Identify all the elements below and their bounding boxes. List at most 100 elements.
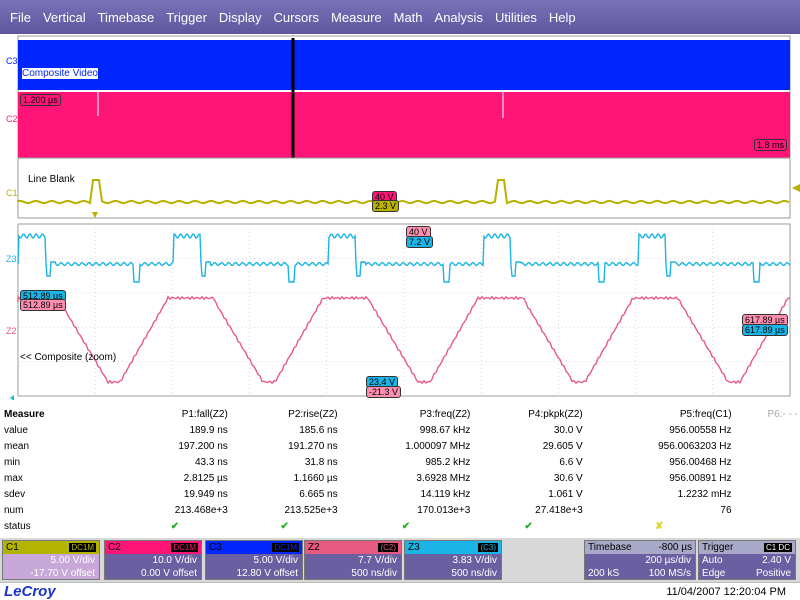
volts-per-div: 5.00 V/div <box>50 555 95 566</box>
menu-vertical[interactable]: Vertical <box>37 10 92 25</box>
measure-column-header[interactable]: P1:fall(Z2) <box>120 406 230 422</box>
menu-trigger[interactable]: Trigger <box>160 10 213 25</box>
measure-cell: 185.6 ns <box>299 424 338 436</box>
channel-box-c1[interactable]: C1 DC1M 5.00 V/div -17.70 V offset <box>2 540 100 580</box>
measure-cell: 3.6928 MHz <box>416 472 471 484</box>
z3-right-tag[interactable]: 617.89 µs <box>742 324 788 336</box>
measure-cell <box>734 486 800 502</box>
measure-cell: 76 <box>720 504 732 516</box>
c2-trace <box>18 92 790 158</box>
measure-row: value 189.9 ns 185.6 ns 998.67 kHz 30.0 V 956… <box>0 422 800 438</box>
measure-cell: 956.0063203 Hz <box>658 440 732 452</box>
status-ok-icon: ✔ <box>401 520 411 532</box>
offset-value: -17.70 V offset <box>30 568 95 579</box>
trigger-level: 2.40 V <box>762 555 791 566</box>
measure-row-label: status <box>4 520 31 532</box>
measure-row: status ✔ ✔ ✔ ✔ ✘ <box>0 518 800 534</box>
offset-value: 500 ns/div <box>351 568 397 579</box>
measure-cell: 213.468e+3 <box>174 504 228 516</box>
waveform-display[interactable]: C3 C2 C1 Z3 Z2 Composite Video 1.200 µs … <box>0 34 800 401</box>
status-ok-icon: ✔ <box>170 520 180 532</box>
trigger-box[interactable]: Trigger C1 DC Auto 2.40 V Edge Positive <box>698 540 796 580</box>
measure-row-label: max <box>4 472 23 484</box>
z2-label: Z2 <box>6 326 17 336</box>
measure-cell: 31.8 ns <box>304 456 338 468</box>
menu-help[interactable]: Help <box>543 10 582 25</box>
menu-cursors[interactable]: Cursors <box>268 10 326 25</box>
coupling-badge: DC1M <box>171 543 198 552</box>
measure-cell: 1.1660 µs <box>293 472 338 484</box>
measure-cell: 956.00891 Hz <box>669 472 732 484</box>
channel-name: C1 <box>6 542 19 553</box>
menu-utilities[interactable]: Utilities <box>489 10 543 25</box>
menu-analysis[interactable]: Analysis <box>429 10 489 25</box>
z3-top-tag[interactable]: 7.2 V <box>406 236 434 248</box>
menu-timebase[interactable]: Timebase <box>92 10 161 25</box>
measure-row-label: num <box>4 504 24 516</box>
measure-row: max 2.8125 µs 1.1660 µs 3.6928 MHz 30.6 V 956… <box>0 470 800 486</box>
volts-per-div: 5.00 V/div <box>253 555 298 566</box>
measure-cell <box>734 470 800 486</box>
channel-box-c3[interactable]: C3 DC1M 5.00 V/div 12.80 V offset <box>205 540 303 580</box>
timebase-box[interactable]: Timebase -800 µs 200 µs/div 200 kS 100 MS/s <box>584 540 696 580</box>
measure-cell: 170.013e+3 <box>417 504 471 516</box>
z2-bottom-tag2[interactable]: -21.3 V <box>366 386 402 398</box>
measure-column-header[interactable]: P6:- - - <box>734 406 800 422</box>
channel-name: C2 <box>108 542 121 553</box>
measure-row-label: sdev <box>4 488 26 500</box>
menu-measure[interactable]: Measure <box>325 10 388 25</box>
channel-box-z2[interactable]: Z2 (C2) 7.7 V/div 500 ns/div <box>304 540 402 580</box>
measure-cell: 1.061 V <box>548 488 583 500</box>
measure-cell: 14.119 kHz <box>420 488 471 500</box>
measure-row: mean 197.200 ns 191.270 ns 1.000097 MHz 29.6… <box>0 438 800 454</box>
measure-cell: 189.9 ns <box>189 424 228 436</box>
measure-row-label: mean <box>4 440 30 452</box>
trigger-source-badge: C1 DC <box>763 543 792 552</box>
c3-label: C3 <box>6 56 18 66</box>
channel-name: Z3 <box>408 542 420 553</box>
measure-cell: 191.270 ns <box>288 440 338 452</box>
channel-box-c2[interactable]: C2 DC1M 10.0 V/div 0.00 V offset <box>104 540 202 580</box>
status-warn-icon: ✘ <box>654 520 664 532</box>
channel-box-z3[interactable]: Z3 (C3) 3.83 V/div 500 ns/div <box>404 540 502 580</box>
measure-cell: 6.665 ns <box>299 488 338 500</box>
volts-per-div: 7.7 V/div <box>358 555 397 566</box>
measure-cell: 43.3 ns <box>195 456 228 468</box>
c1-label: C1 <box>6 188 18 198</box>
measure-row: num 213.468e+3 213.525e+3 170.013e+3 27.418e… <box>0 502 800 518</box>
sample-count: 200 kS <box>588 568 620 579</box>
c1-level-tag[interactable]: 2.3 V <box>372 200 400 212</box>
measure-column-header[interactable]: P4:pkpk(Z2) <box>472 406 584 422</box>
menu-math[interactable]: Math <box>388 10 429 25</box>
measure-header-row: Measure P1:fall(Z2) P2:rise(Z2) P3:freq(Z2)… <box>0 406 800 422</box>
status-bar: LeCroy 11/04/2007 12:20:04 PM <box>0 582 800 600</box>
trigger-title: Trigger <box>702 542 734 553</box>
line-blank-annotation: Line Blank <box>28 174 75 185</box>
measure-cell: 197.200 ns <box>178 440 228 452</box>
waveform-canvas <box>10 35 800 401</box>
timebase-position: -800 µs <box>658 542 692 553</box>
coupling-badge: DC1M <box>69 543 96 552</box>
menu-display[interactable]: Display <box>213 10 268 25</box>
c1-trigger-marker <box>792 184 800 192</box>
measure-cell: 30.0 V <box>553 424 583 436</box>
offset-value: 12.80 V offset <box>236 568 298 579</box>
measure-column-header[interactable]: P2:rise(Z2) <box>230 406 340 422</box>
measure-table[interactable]: Measure P1:fall(Z2) P2:rise(Z2) P3:freq(Z2)… <box>0 406 800 536</box>
measure-column-header[interactable]: P5:freq(C1) <box>585 406 734 422</box>
z2-left-tag[interactable]: 512.89 µs <box>20 299 66 311</box>
measure-cell: 213.525e+3 <box>284 504 338 516</box>
menu-file[interactable]: File <box>4 10 37 25</box>
trigger-type: Edge <box>702 568 726 579</box>
measure-cell <box>734 454 800 470</box>
measure-row: min 43.3 ns 31.8 ns 985.2 kHz 6.6 V 956.00468… <box>0 454 800 470</box>
sample-rate: 100 MS/s <box>648 568 691 579</box>
measure-cell: 998.67 kHz <box>419 424 471 436</box>
measure-cell: 985.2 kHz <box>425 456 471 468</box>
status-ok-icon: ✔ <box>524 520 533 532</box>
c2-zoom-tag[interactable]: 1.200 µs <box>20 94 61 106</box>
measure-cell: 27.418e+3 <box>535 504 583 516</box>
c2-right-tag[interactable]: 1.8 ms <box>754 139 788 151</box>
measure-column-header[interactable]: P3:freq(Z2) <box>340 406 473 422</box>
measure-cell: 2.8125 µs <box>183 472 228 484</box>
